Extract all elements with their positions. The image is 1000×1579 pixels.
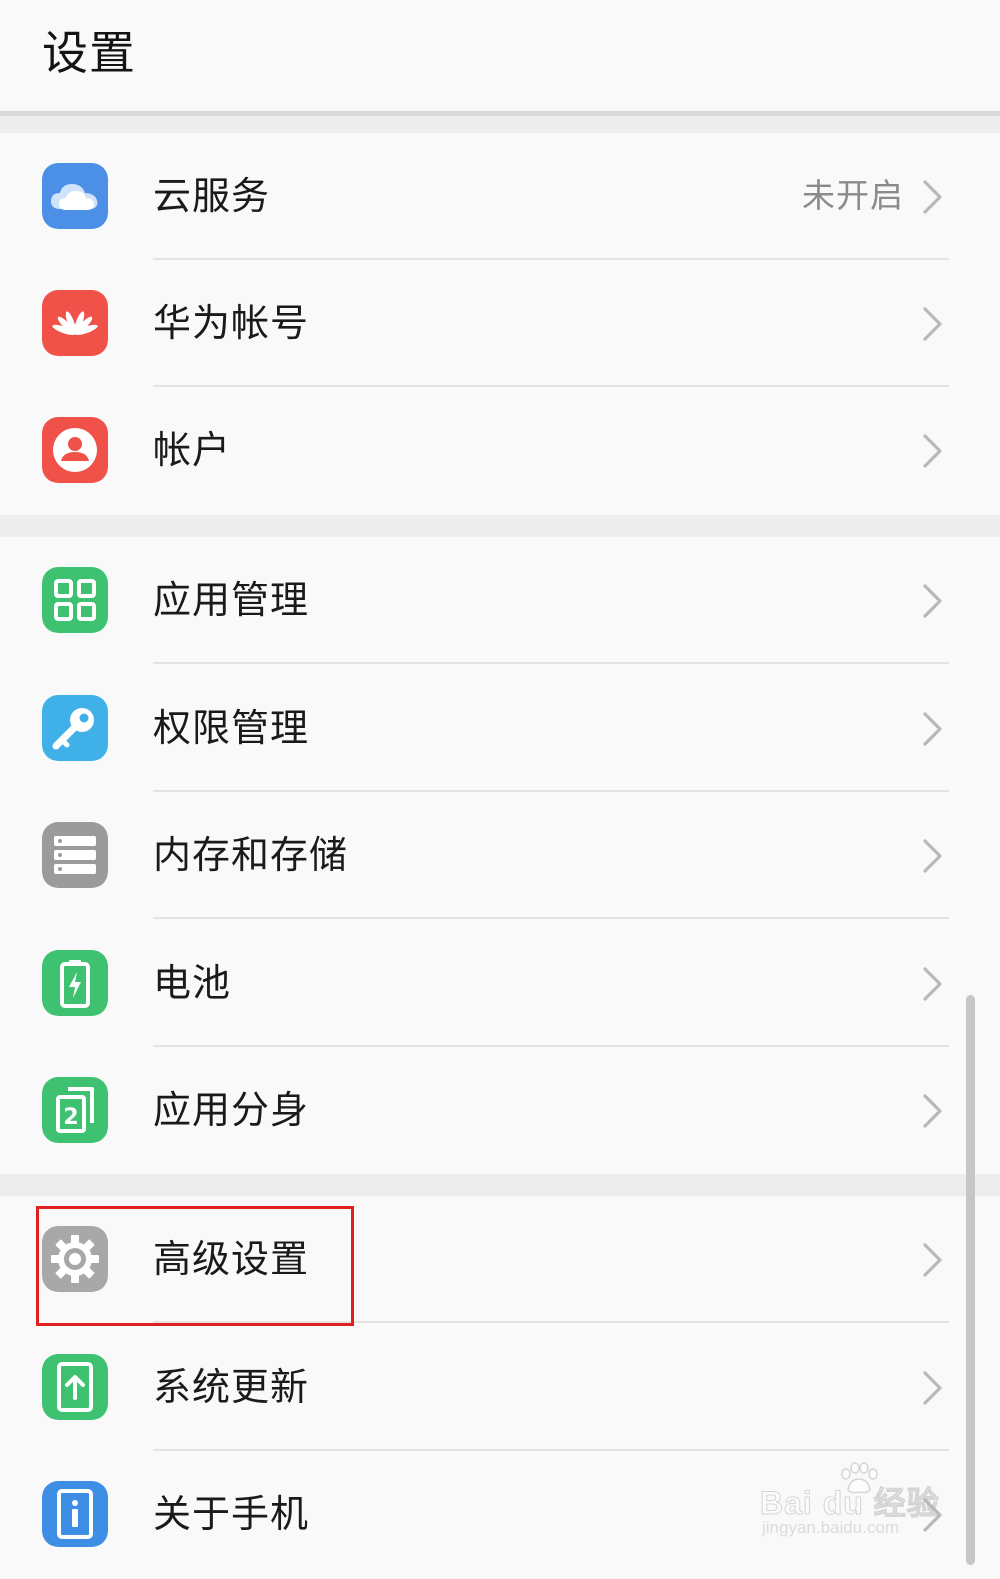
settings-item-app-twin[interactable]: 2 应用分身	[0, 1047, 1000, 1174]
settings-item-label: 关于手机	[153, 1492, 310, 1536]
chevron-right-icon	[923, 434, 942, 468]
settings-item-huawei-id[interactable]: 华为帐号	[0, 260, 1000, 387]
huawei-logo-icon	[42, 290, 108, 356]
settings-item-accounts[interactable]: 帐户	[0, 387, 1000, 515]
row-divider	[153, 917, 949, 919]
group-gap	[0, 515, 1000, 537]
gear-icon	[42, 1226, 108, 1292]
storage-icon	[42, 822, 108, 888]
battery-icon	[42, 950, 108, 1016]
app-twin-icon: 2	[42, 1077, 108, 1143]
settings-item-about-phone[interactable]: 关于手机	[0, 1451, 1000, 1578]
chevron-right-icon	[923, 307, 942, 341]
settings-item-label: 权限管理	[153, 706, 310, 750]
key-icon	[42, 695, 108, 761]
chevron-right-icon	[923, 180, 942, 214]
svg-text:2: 2	[63, 1105, 78, 1130]
settings-item-cloud-service[interactable]: 云服务 未开启	[0, 133, 1000, 260]
settings-item-label: 帐户	[153, 428, 232, 472]
chevron-right-icon	[923, 584, 942, 618]
settings-item-label: 应用分身	[153, 1088, 310, 1132]
settings-item-label: 电池	[153, 961, 232, 1005]
row-divider	[153, 1321, 949, 1323]
cloud-service-status: 未开启	[802, 176, 904, 215]
chevron-right-icon	[923, 712, 942, 746]
chevron-right-icon	[923, 1498, 942, 1532]
settings-item-permission-management[interactable]: 权限管理	[0, 665, 1000, 792]
settings-item-label: 应用管理	[153, 578, 310, 622]
chevron-right-icon	[923, 1094, 942, 1128]
settings-item-system-update[interactable]: 系统更新	[0, 1324, 1000, 1451]
settings-item-label: 云服务	[153, 174, 271, 218]
title-bar: 设置	[0, 0, 1000, 112]
person-icon	[42, 417, 108, 483]
settings-item-label: 华为帐号	[153, 301, 310, 345]
settings-item-label: 系统更新	[153, 1365, 310, 1409]
group-gap	[0, 116, 1000, 133]
system-update-icon	[42, 1354, 108, 1420]
chevron-right-icon	[923, 839, 942, 873]
chevron-right-icon	[923, 1371, 942, 1405]
phone-info-icon	[42, 1481, 108, 1547]
settings-item-battery[interactable]: 电池	[0, 920, 1000, 1047]
page-title: 设置	[42, 26, 136, 80]
settings-item-label: 内存和存储	[153, 833, 349, 877]
group-gap	[0, 1174, 1000, 1196]
scrollbar[interactable]	[966, 995, 975, 1565]
settings-item-memory-storage[interactable]: 内存和存储	[0, 792, 1000, 919]
chevron-right-icon	[923, 967, 942, 1001]
row-divider	[153, 662, 949, 664]
settings-item-app-management[interactable]: 应用管理	[0, 537, 1000, 664]
chevron-right-icon	[923, 1243, 942, 1277]
cloud-icon	[42, 163, 108, 229]
settings-item-advanced-settings[interactable]: 高级设置	[0, 1196, 1000, 1323]
app-grid-icon	[42, 567, 108, 633]
settings-item-label: 高级设置	[153, 1237, 310, 1281]
